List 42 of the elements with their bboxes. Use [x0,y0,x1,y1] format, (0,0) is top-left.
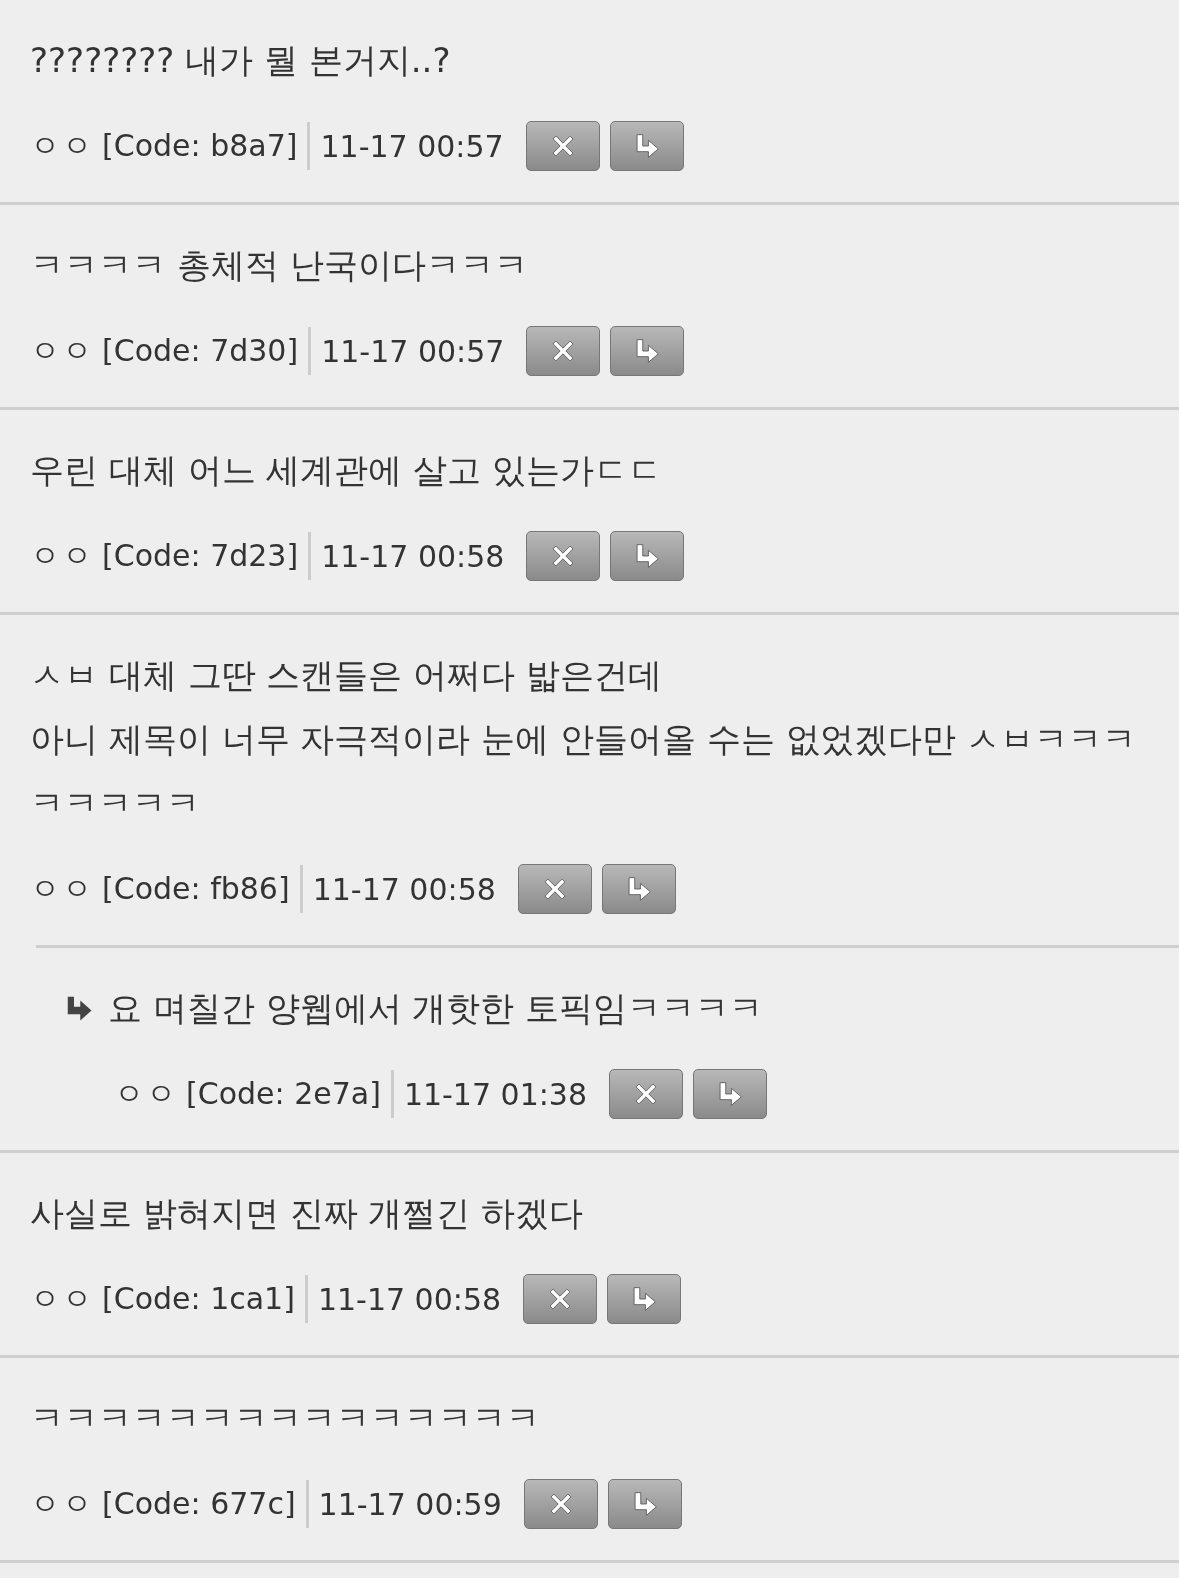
reply-button[interactable] [610,326,685,376]
user-code: [Code: 677c] [102,1480,309,1528]
author-name: ㅇㅇ [30,1279,94,1318]
timestamp: 11-17 00:57 [320,333,505,369]
author-name: ㅇㅇ [30,536,94,575]
delete-button[interactable] [609,1069,684,1119]
timestamp: 11-17 00:58 [316,1281,502,1317]
author-name: ㅇㅇ [30,331,94,370]
author-name: ㅇㅇ [114,1074,178,1113]
reply-button[interactable] [601,864,676,914]
user-code: [Code: 7d23] [102,532,312,580]
timestamp: 11-17 00:57 [319,128,504,164]
timestamp: 11-17 00:59 [317,1486,502,1522]
delete-button[interactable] [525,121,600,171]
comment-text: 요 며칠간 양웹에서 개핫한 토픽임ㅋㅋㅋㅋ [108,987,764,1030]
delete-button[interactable] [517,864,592,914]
user-code: [Code: b8a7] [102,122,311,170]
comment-text: 사실로 밝혀지면 진짜 개쩔긴 하겠다 [30,1192,584,1235]
timestamp: 11-17 00:58 [311,871,496,907]
delete-button[interactable] [523,1274,598,1324]
delete-button[interactable] [523,1479,598,1529]
comment-text: ㅋㅋㅋㅋㅋㅋㅋㅋㅋㅋㅋㅋㅋㅋㅋ [30,1397,540,1440]
user-code: [Code: 7d30] [102,327,312,375]
timestamp: 11-17 01:38 [402,1076,588,1112]
reply-button[interactable] [610,531,685,581]
user-code: [Code: 2e7a] [186,1070,394,1118]
author-name: ㅇㅇ [30,1484,94,1523]
author-name: ㅇㅇ [30,869,94,908]
user-code: [Code: fb86] [102,865,303,913]
reply-button[interactable] [607,1479,682,1529]
comment-text: ㅋㅋㅋㅋ 총체적 난국이다ㅋㅋㅋ [30,244,528,287]
reply-button[interactable] [609,121,684,171]
author-name: ㅇㅇ [30,126,94,165]
comment-text: ㅅㅂ 대체 그딴 스캔들은 어쩌다 밟은건데 아니 제목이 너무 자극적이라 눈에 안들어올 수는 없었겠다만 ㅅㅂㅋㅋㅋㅋㅋㅋㅋㅋ [30,654,1138,825]
comment-text: ???????? 내가 뭘 본거지..? [30,39,451,82]
timestamp: 11-17 00:58 [320,538,505,574]
delete-button[interactable] [526,531,601,581]
reply-button[interactable] [693,1069,768,1119]
reply-button[interactable] [607,1274,682,1324]
user-code: [Code: 1ca1] [102,1275,308,1323]
comment-text: 우린 대체 어느 세계관에 살고 있는가ㄷㄷ [30,449,663,492]
delete-button[interactable] [526,326,601,376]
